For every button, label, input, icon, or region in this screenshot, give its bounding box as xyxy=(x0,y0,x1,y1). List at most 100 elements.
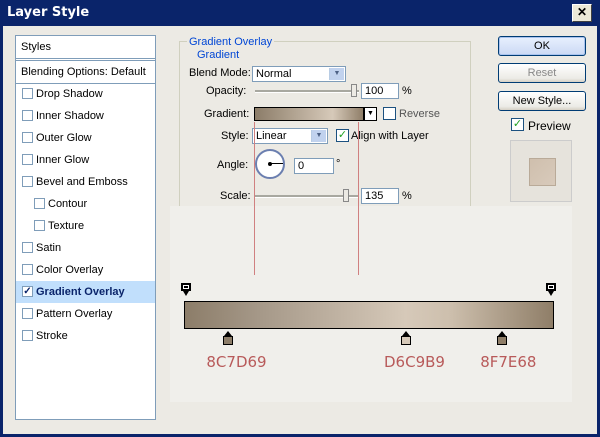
gradient-overlay-checkbox[interactable]: ✓ xyxy=(22,286,33,297)
color-stop[interactable] xyxy=(223,331,234,345)
style-item-inner-glow[interactable]: Inner Glow xyxy=(16,149,155,171)
close-button[interactable]: ✕ xyxy=(572,4,592,22)
preview-thumbnail xyxy=(510,140,572,202)
styles-header-label: Styles xyxy=(21,41,51,53)
style-item-label: Contour xyxy=(48,198,88,210)
drop-shadow-checkbox[interactable] xyxy=(22,88,33,99)
chevron-down-icon: ▼ xyxy=(311,130,326,142)
opacity-label: Opacity: xyxy=(206,85,247,97)
gradient-label: Gradient: xyxy=(204,108,250,120)
reset-button[interactable]: Reset xyxy=(498,63,586,83)
style-item-label: Gradient Overlay xyxy=(36,286,125,298)
blending-options-label: Blending Options: Default xyxy=(21,66,146,78)
style-item-label: Bevel and Emboss xyxy=(36,176,128,188)
reverse-checkbox[interactable] xyxy=(383,107,396,120)
style-item-drop-shadow[interactable]: Drop Shadow xyxy=(16,83,155,105)
scale-unit: % xyxy=(402,190,412,202)
group-title: Gradient Overlay xyxy=(187,36,275,48)
gradient-dropdown-icon[interactable]: ▼ xyxy=(364,107,377,121)
blend-mode-select[interactable]: Normal ▼ xyxy=(252,66,346,82)
outer-glow-checkbox[interactable] xyxy=(22,132,33,143)
style-item-pattern-overlay[interactable]: Pattern Overlay xyxy=(16,303,155,325)
gradient-bar[interactable] xyxy=(184,301,554,329)
color-stop-swatch xyxy=(401,336,411,345)
style-item-gradient-overlay[interactable]: ✓ Gradient Overlay xyxy=(16,281,155,303)
angle-dial[interactable] xyxy=(255,149,285,179)
new-style-button[interactable]: New Style... xyxy=(498,91,586,111)
style-item-label: Inner Shadow xyxy=(36,110,104,122)
stroke-checkbox[interactable] xyxy=(22,330,33,341)
reverse-label: Reverse xyxy=(399,108,440,120)
title-bar[interactable]: Layer Style ✕ xyxy=(0,0,600,26)
texture-checkbox[interactable] xyxy=(34,220,45,231)
opacity-stop-right[interactable] xyxy=(546,283,556,296)
window-title: Layer Style xyxy=(7,5,90,20)
style-item-label: Outer Glow xyxy=(36,132,92,144)
layer-style-dialog: Layer Style ✕ Styles Blending Options: D… xyxy=(0,0,600,437)
guide-line-right xyxy=(358,122,359,275)
align-with-layer-label: Align with Layer xyxy=(351,130,429,142)
style-item-label: Stroke xyxy=(36,330,68,342)
style-item-texture[interactable]: Texture xyxy=(16,215,155,237)
style-item-contour[interactable]: Contour xyxy=(16,193,155,215)
guide-line-left xyxy=(254,122,255,275)
blend-mode-value: Normal xyxy=(256,68,292,80)
style-item-label: Pattern Overlay xyxy=(36,308,113,320)
opacity-slider-thumb[interactable] xyxy=(351,84,357,97)
blending-options-item[interactable]: Blending Options: Default xyxy=(16,61,155,84)
opacity-stop-tip xyxy=(183,291,189,296)
angle-label: Angle: xyxy=(217,159,249,171)
blend-mode-label: Blend Mode: xyxy=(189,67,251,79)
pattern-overlay-checkbox[interactable] xyxy=(22,308,33,319)
satin-checkbox[interactable] xyxy=(22,242,33,253)
stop-hex-label: 8F7E68 xyxy=(480,353,537,371)
angle-field[interactable]: 0 xyxy=(294,158,334,174)
ok-button[interactable]: OK xyxy=(498,36,586,56)
style-item-inner-shadow[interactable]: Inner Shadow xyxy=(16,105,155,127)
style-item-stroke[interactable]: Stroke xyxy=(16,325,155,347)
inner-glow-checkbox[interactable] xyxy=(22,154,33,165)
preview-checkbox[interactable]: ✓ xyxy=(511,118,524,131)
style-item-label: Color Overlay xyxy=(36,264,104,276)
contour-checkbox[interactable] xyxy=(34,198,45,209)
scale-slider-thumb[interactable] xyxy=(343,189,349,202)
color-stop[interactable] xyxy=(401,331,411,345)
color-stop-swatch xyxy=(223,336,234,345)
stop-hex-label: D6C9B9 xyxy=(384,353,445,371)
style-select[interactable]: Linear ▼ xyxy=(252,128,328,144)
bevel-emboss-checkbox[interactable] xyxy=(22,176,33,187)
style-item-label: Satin xyxy=(36,242,62,254)
scale-field[interactable]: 135 xyxy=(361,188,399,204)
stop-hex-label: 8C7D69 xyxy=(206,353,267,371)
styles-list: Styles Blending Options: Default Drop Sh… xyxy=(15,35,156,420)
style-value: Linear xyxy=(256,130,287,142)
chevron-down-icon: ▼ xyxy=(329,68,344,80)
opacity-slider[interactable] xyxy=(255,90,359,93)
opacity-stop-left[interactable] xyxy=(181,283,191,296)
style-item-bevel-emboss[interactable]: Bevel and Emboss xyxy=(16,171,155,193)
preview-label: Preview xyxy=(528,119,571,133)
gradient-picker[interactable] xyxy=(254,107,364,121)
scale-label: Scale: xyxy=(220,190,251,202)
style-item-satin[interactable]: Satin xyxy=(16,237,155,259)
style-item-label: Inner Glow xyxy=(36,154,90,166)
color-stop-swatch xyxy=(497,336,508,345)
preview-swatch xyxy=(529,158,556,186)
styles-header[interactable]: Styles xyxy=(16,36,155,59)
angle-unit: ° xyxy=(336,158,341,170)
color-overlay-checkbox[interactable] xyxy=(22,264,33,275)
opacity-unit: % xyxy=(402,85,412,97)
style-item-label: Texture xyxy=(48,220,85,232)
style-item-color-overlay[interactable]: Color Overlay xyxy=(16,259,155,281)
dialog-body: Styles Blending Options: Default Drop Sh… xyxy=(3,26,597,434)
opacity-stop-tip xyxy=(548,291,554,296)
align-with-layer-checkbox[interactable]: ✓ xyxy=(336,129,349,142)
style-item-outer-glow[interactable]: Outer Glow xyxy=(16,127,155,149)
opacity-stop-inner xyxy=(183,285,189,289)
opacity-field[interactable]: 100 xyxy=(361,83,399,99)
style-label: Style: xyxy=(221,130,249,142)
color-stop[interactable] xyxy=(497,331,508,345)
angle-center xyxy=(268,162,272,166)
inner-shadow-checkbox[interactable] xyxy=(22,110,33,121)
style-item-label: Drop Shadow xyxy=(36,88,103,100)
